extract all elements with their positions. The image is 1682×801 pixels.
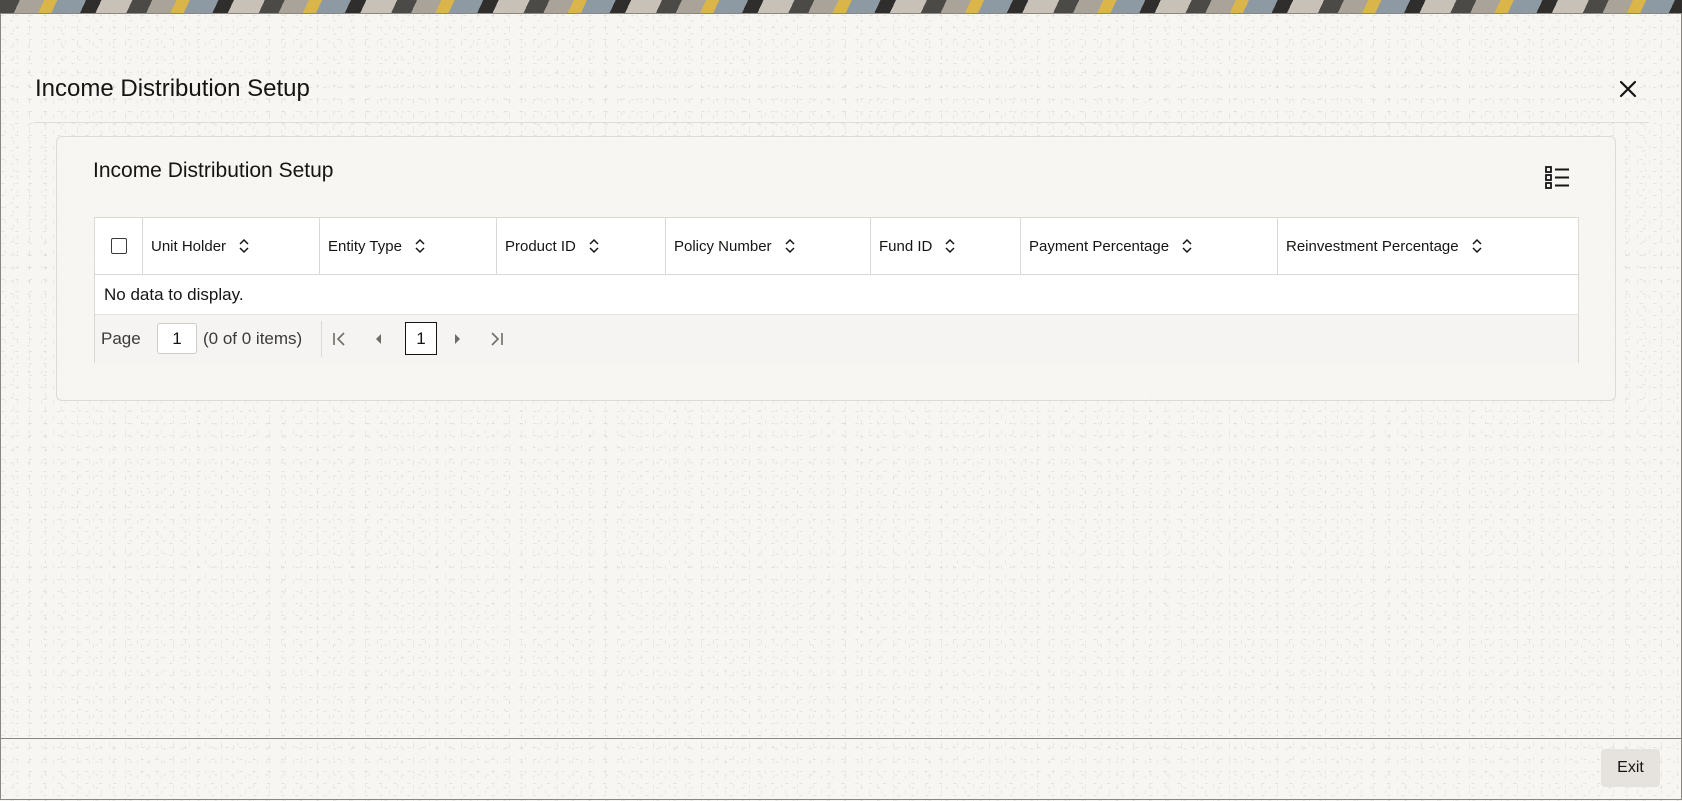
sort-icon[interactable] xyxy=(1181,238,1193,254)
header-select-all-cell xyxy=(95,218,143,274)
column-header-label: Entity Type xyxy=(328,237,402,255)
sort-icon[interactable] xyxy=(1471,238,1483,254)
column-header-label: Fund ID xyxy=(879,237,933,255)
select-all-checkbox[interactable] xyxy=(110,238,127,254)
last-page-icon xyxy=(491,332,503,346)
dialog-title: Income Distribution Setup xyxy=(35,75,310,102)
header-entity-type[interactable]: Entity Type xyxy=(320,218,497,274)
items-count: (0 of 0 items) xyxy=(203,329,303,348)
sort-icon[interactable] xyxy=(414,238,426,254)
column-header-label: Payment Percentage xyxy=(1029,237,1170,255)
header-policy-number[interactable]: Policy Number xyxy=(666,218,871,274)
previous-page-icon xyxy=(376,334,381,344)
title-divider xyxy=(33,122,1649,123)
header-unit-holder[interactable]: Unit Holder xyxy=(143,218,320,274)
empty-state-message: No data to display. xyxy=(104,285,244,304)
close-button[interactable] xyxy=(1614,75,1642,103)
window-top-banner xyxy=(0,0,1682,14)
header-fund-id[interactable]: Fund ID xyxy=(871,218,1021,274)
empty-state-row: No data to display. xyxy=(95,275,1578,314)
header-reinvestment-percentage[interactable]: Reinvestment Percentage xyxy=(1278,218,1578,274)
column-header-label: Unit Holder xyxy=(151,237,227,255)
column-header-label: Reinvestment Percentage xyxy=(1286,237,1459,255)
column-list-icon xyxy=(1545,166,1569,189)
first-page-button[interactable] xyxy=(327,325,353,353)
previous-page-button[interactable] xyxy=(365,325,391,353)
dialog-window xyxy=(0,13,1682,800)
header-product-id[interactable]: Product ID xyxy=(497,218,666,274)
grid-header-row: Unit Holder Entity Type Product ID Polic… xyxy=(95,218,1578,275)
column-list-button[interactable] xyxy=(1544,165,1572,191)
sort-icon[interactable] xyxy=(588,238,600,254)
sort-icon[interactable] xyxy=(784,238,796,254)
last-page-button[interactable] xyxy=(483,325,509,353)
pagination-bar: Page (0 of 0 items) 1 xyxy=(95,314,1578,363)
next-page-icon xyxy=(455,334,460,344)
column-header-label: Policy Number xyxy=(674,237,772,255)
column-header-label: Product ID xyxy=(505,237,576,255)
close-icon xyxy=(1619,80,1637,98)
sort-icon[interactable] xyxy=(238,238,250,254)
panel-title: Income Distribution Setup xyxy=(93,159,334,182)
page-label: Page xyxy=(101,329,141,348)
sort-icon[interactable] xyxy=(944,238,956,254)
data-grid: Unit Holder Entity Type Product ID Polic… xyxy=(94,217,1579,363)
pager-divider xyxy=(321,321,322,357)
next-page-button[interactable] xyxy=(445,325,471,353)
first-page-icon xyxy=(333,332,345,346)
exit-button[interactable]: Exit xyxy=(1601,749,1660,787)
page-number-input[interactable] xyxy=(157,323,197,354)
current-page-button[interactable]: 1 xyxy=(405,322,437,355)
footer-divider xyxy=(0,738,1682,739)
header-payment-percentage[interactable]: Payment Percentage xyxy=(1021,218,1278,274)
